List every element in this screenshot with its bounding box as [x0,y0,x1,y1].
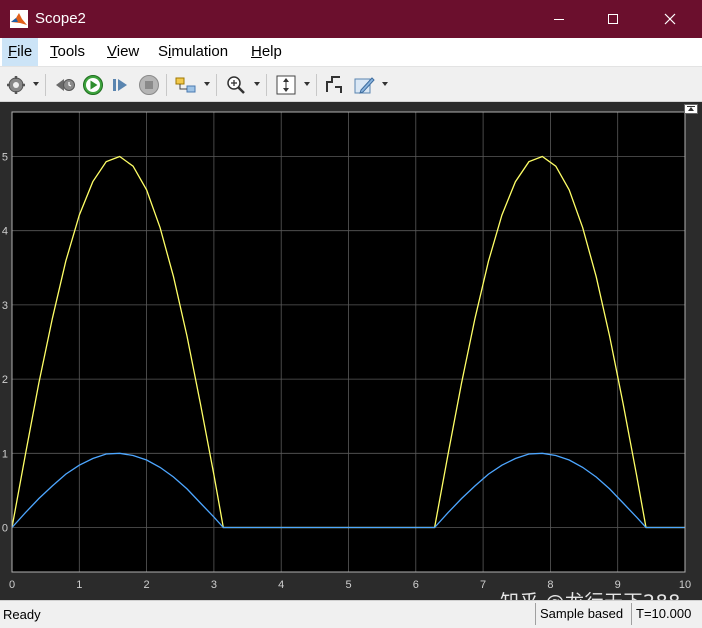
menu-view[interactable]: View [101,38,145,66]
y-tick-label: 2 [2,374,8,386]
status-sim-time: T=10.000 [631,603,701,625]
toolbar-separator [316,74,317,96]
maximize-icon [608,14,618,24]
x-tick-label: 4 [278,579,284,591]
menu-tools[interactable]: Tools [44,38,91,66]
settings-gear-icon [7,76,25,94]
status-ready-text: Ready [3,607,41,622]
x-tick-label: 1 [76,579,82,591]
settings-gear-button[interactable] [4,73,28,97]
minimize-button[interactable] [536,0,582,38]
style-edit-icon [354,77,375,94]
y-tick-label: 1 [2,448,8,460]
menu-view-label: View [107,43,140,60]
x-tick-label: 6 [413,579,419,591]
toolbar-separator [45,74,46,96]
menu-simulation[interactable]: Simulation [152,38,234,66]
cursor-measure-button[interactable] [322,73,346,97]
zoom-in-icon [227,76,245,94]
x-tick-label: 0 [9,579,15,591]
step-forward-button[interactable] [109,73,133,97]
zoom-in-button[interactable] [224,73,248,97]
status-sample-mode: Sample based [535,603,631,625]
autoscale-button[interactable] [274,73,298,97]
y-tick-label: 3 [2,300,8,312]
window-title: Scope2 [35,10,86,27]
scope-plot[interactable]: 0 1 2 3 4 5 6 7 8 9 10 012345 [0,102,702,600]
cursor-measure-icon [326,76,342,93]
stop-button[interactable] [137,73,161,97]
toolbar-separator [166,74,167,96]
x-tick-label: 3 [211,579,217,591]
style-dropdown-arrow[interactable] [382,82,388,86]
window-titlebar[interactable]: Scope2 [0,0,702,38]
step-back-icon [56,79,75,91]
toolbar [0,66,702,102]
zoom-dropdown-arrow[interactable] [254,82,260,86]
highlight-dropdown-arrow[interactable] [204,82,210,86]
menu-bar: File Tools View Simulation Help [0,38,702,94]
highlight-block-icon [175,77,196,93]
x-tick-label: 7 [480,579,486,591]
x-tick-label: 5 [345,579,351,591]
stop-icon [139,75,159,95]
status-bar: Ready Sample based T=10.000 [0,600,702,628]
y-tick-label: 0 [2,522,8,534]
menu-tools-label: Tools [50,43,86,60]
y-tick-label: 4 [2,226,8,238]
toolbar-separator [216,74,217,96]
y-tick-label: 5 [2,152,8,164]
run-icon [83,75,103,95]
step-forward-icon [113,79,127,91]
undock-icon[interactable] [684,104,698,114]
toolbar-separator [266,74,267,96]
autoscale-icon [276,75,296,95]
y-tick-labels: 0 1 2 3 4 5 [2,152,8,535]
menu-help[interactable]: Help [245,38,288,66]
settings-dropdown-arrow[interactable] [33,82,39,86]
menu-file[interactable]: File [2,38,39,66]
close-button[interactable] [647,0,693,38]
run-button[interactable] [81,73,105,97]
step-back-button[interactable] [53,73,77,97]
autoscale-dropdown-arrow[interactable] [304,82,310,86]
menu-help-label: Help [251,43,282,60]
minimize-icon [554,19,564,20]
menu-file-label: File [8,43,33,60]
close-icon [664,13,676,25]
x-tick-label: 2 [144,579,150,591]
matlab-logo-icon [10,10,28,28]
menu-simulation-label: Simulation [158,43,229,60]
highlight-block-button[interactable] [173,73,199,97]
maximize-button[interactable] [590,0,636,38]
style-edit-button[interactable] [352,73,376,97]
